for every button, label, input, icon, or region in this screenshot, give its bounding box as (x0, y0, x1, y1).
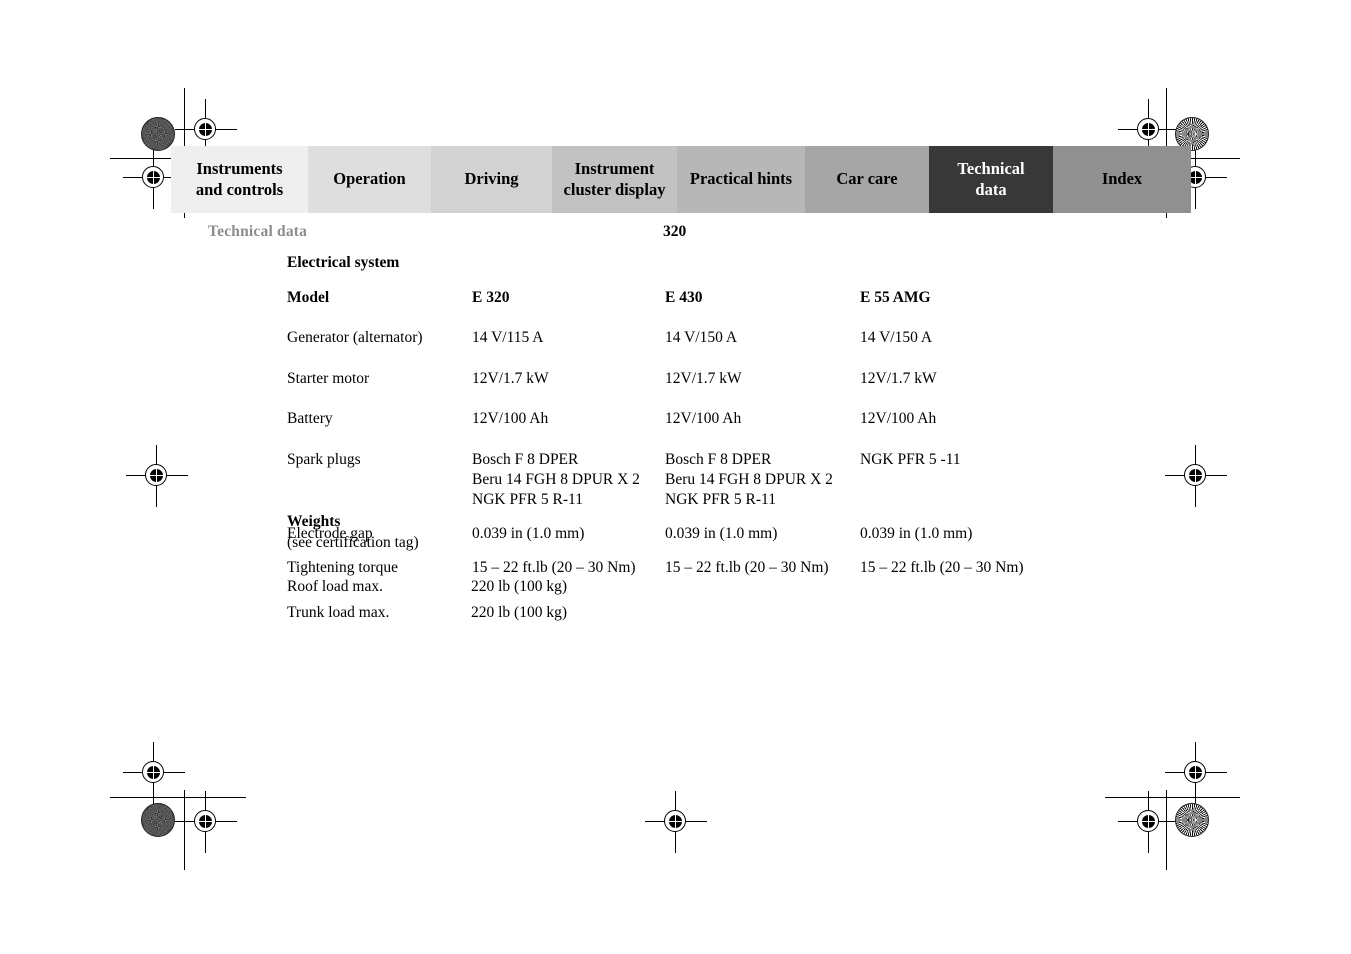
spec-value-e430: 14 V/150 A (665, 329, 738, 346)
spec-value-e55amg: 14 V/150 A (860, 329, 933, 346)
table-row: Starter motor 12V/1.7 kW 12V/1.7 kW 12V/1.7… (287, 369, 1060, 387)
weights-row: Trunk load max. 220 lb (100 kg) (287, 603, 568, 631)
document-page: Instruments and controls Operation Driving I… (0, 0, 1351, 954)
tab-driving[interactable]: Driving (431, 146, 552, 213)
weights-value: 220 lb (100 kg) (471, 578, 568, 595)
spec-label: Battery (287, 410, 333, 427)
spec-value-e55amg: 12V/100 Ah (860, 410, 937, 427)
tab-technical-data[interactable]: Technical data (929, 146, 1053, 213)
weights-table: Roof load max. 220 lb (100 kg) Trunk load … (287, 579, 567, 630)
weights-label: Roof load max. (287, 578, 383, 595)
column-header-0: Model (287, 288, 330, 306)
spec-value-line: Bosch F 8 DPER (472, 450, 579, 468)
spec-value-e55amg: 0.039 in (1.0 mm) (860, 524, 973, 542)
spec-value-line: NGK PFR 5 R-11 (472, 490, 583, 508)
weights-subtitle: (see certification tag) (287, 533, 419, 551)
spec-value-line: NGK PFR 5 R-11 (665, 490, 776, 508)
spec-value-line: Bosch F 8 DPER (665, 450, 772, 468)
spec-value-e430: 12V/100 Ah (665, 410, 742, 427)
table-row: Spark plugs Bosch F 8 DPER Beru 14 FGH 8 D… (287, 450, 1060, 508)
star-target-mark-bottom-left (141, 803, 175, 837)
weights-title: Weights (287, 513, 341, 530)
tab-operation[interactable]: Operation (308, 146, 431, 213)
spec-value-e55amg: 12V/1.7 kW (860, 369, 937, 387)
table-row: Generator (alternator) 14 V/115 A 14 V/150… (287, 330, 1060, 346)
registration-mark-bottom-right-inner (1118, 791, 1180, 853)
weights-section: Weights (see certification tag) Roof loa… (287, 514, 887, 630)
column-header-3: E 55 AMG (860, 288, 931, 306)
star-target-mark-bottom-right (1175, 803, 1209, 837)
running-header-title: Technical data (208, 223, 308, 240)
spec-value-e320: 12V/1.7 kW (472, 369, 549, 387)
running-header: Technical data 320 (208, 223, 748, 245)
spec-label: Generator (alternator) (287, 329, 423, 346)
weights-row: Roof load max. 220 lb (100 kg) (287, 579, 567, 605)
row-spacer (287, 346, 1060, 371)
registration-mark-right-middle (1165, 445, 1227, 507)
spec-value-e320: 12V/100 Ah (472, 410, 549, 427)
registration-mark-bottom-center (645, 791, 707, 853)
weights-label: Trunk load max. (287, 603, 390, 621)
column-header-1: E 320 (472, 288, 510, 306)
row-spacer (287, 386, 1060, 411)
weights-value: 220 lb (100 kg) (471, 603, 568, 621)
tab-index[interactable]: Index (1053, 146, 1191, 213)
spec-value-e430: Bosch F 8 DPER Beru 14 FGH 8 DPUR X 2 NGK … (665, 450, 860, 508)
section-tab-bar: Instruments and controls Operation Driving I… (171, 146, 1191, 213)
spec-value-e430: 12V/1.7 kW (665, 369, 742, 387)
spec-value-line: Beru 14 FGH 8 DPUR X 2 (665, 470, 833, 488)
spec-value-line: Beru 14 FGH 8 DPUR X 2 (472, 470, 640, 488)
tab-practical-hints[interactable]: Practical hints (677, 146, 805, 213)
spec-value-e320: Bosch F 8 DPER Beru 14 FGH 8 DPUR X 2 NGK … (472, 450, 665, 508)
star-target-mark-top-left (141, 117, 175, 151)
registration-mark-left-middle (126, 445, 188, 507)
section-title-electrical-system: Electrical system (287, 254, 400, 271)
tab-instrument-cluster-display[interactable]: Instrument cluster display (552, 146, 677, 213)
column-header-2: E 430 (665, 288, 703, 306)
page-number: 320 (663, 223, 687, 240)
spec-value-e55amg: NGK PFR 5 -11 (860, 450, 961, 468)
spec-value-e320: 14 V/115 A (472, 329, 544, 346)
spec-label: Spark plugs (287, 450, 361, 468)
row-spacer (287, 427, 1060, 452)
table-header-row: Model E 320 E 430 E 55 AMG (287, 288, 1060, 306)
table-row: Battery 12V/100 Ah 12V/100 Ah 12V/100 Ah (287, 411, 1060, 427)
spec-label: Starter motor (287, 369, 370, 387)
tab-car-care[interactable]: Car care (805, 146, 929, 213)
registration-mark-bottom-left-inner (175, 791, 237, 853)
row-spacer (287, 305, 1060, 330)
spec-value-e55amg: 15 – 22 ft.lb (20 – 30 Nm) (860, 558, 1024, 576)
tab-instruments-and-controls[interactable]: Instruments and controls (171, 146, 308, 213)
